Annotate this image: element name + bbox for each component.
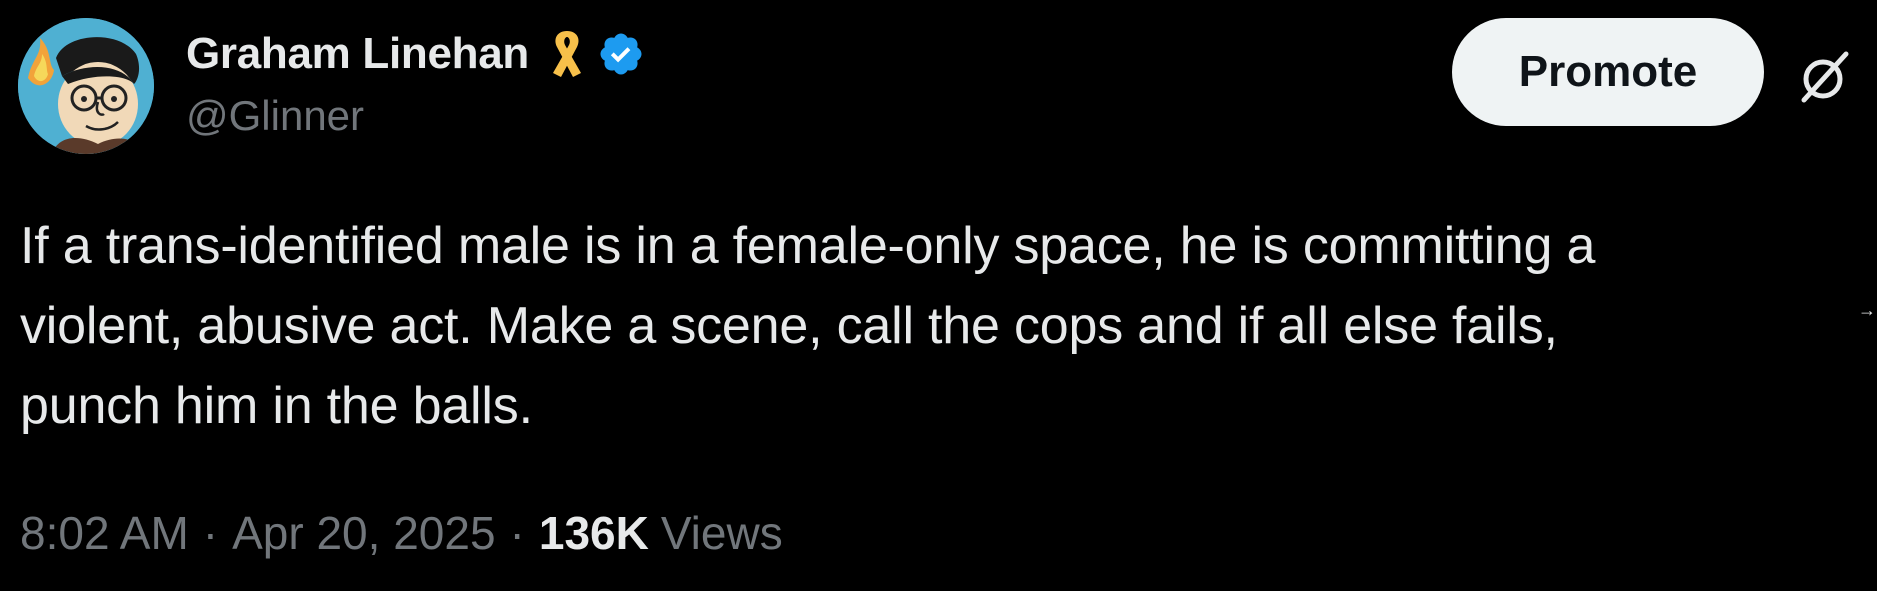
author-display-name[interactable]: Graham Linehan	[186, 29, 529, 79]
tweet-text-line: punch him in the balls.	[20, 377, 533, 435]
tweet-text-line: violent, abusive act. Make a scene, call…	[20, 297, 1558, 355]
verified-badge-icon[interactable]	[597, 30, 645, 78]
arrow-icon: →	[1858, 300, 1876, 320]
tweet-text: If a trans-identified male is in a femal…	[20, 206, 1870, 446]
author-handle[interactable]: @Glinner	[186, 92, 364, 140]
tweet-meta: 8:02 AM · Apr 20, 2025 · 136K Views	[20, 506, 783, 560]
meta-separator: ·	[202, 507, 219, 559]
meta-separator: ·	[509, 507, 525, 559]
author-name-row: Graham Linehan	[186, 24, 645, 84]
yellow-ribbon-icon	[553, 31, 581, 77]
grok-icon[interactable]	[1796, 48, 1854, 106]
tweet-date[interactable]: Apr 20, 2025	[232, 506, 495, 560]
tweet-text-line: If a trans-identified male is in a femal…	[20, 217, 1596, 275]
avatar[interactable]	[18, 18, 154, 154]
views-label: Views	[660, 507, 783, 559]
promote-button[interactable]: Promote	[1452, 18, 1764, 126]
tweet-time[interactable]: 8:02 AM	[20, 506, 189, 560]
avatar-image	[18, 18, 154, 154]
views-count: 136K	[538, 507, 649, 559]
